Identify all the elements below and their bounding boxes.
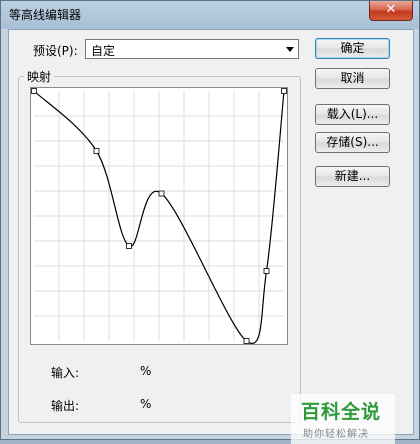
curve-control-point[interactable] (243, 338, 250, 344)
preset-label: 预设(P): (33, 44, 78, 58)
watermark: 百科全说 助你轻松解决 (291, 394, 395, 444)
curve-control-point[interactable] (31, 88, 37, 94)
title-bar[interactable]: 等高线编辑器 ✕ (1, 1, 419, 28)
window-title: 等高线编辑器 (9, 8, 82, 22)
save-button[interactable]: 存储(S)... (315, 132, 390, 153)
curve-control-point[interactable] (126, 243, 132, 249)
curve-control-point[interactable] (263, 268, 270, 274)
preset-value: 自定 (91, 44, 116, 58)
output-label: 输出: (51, 399, 80, 413)
curve-control-point[interactable] (158, 190, 165, 197)
preset-select[interactable]: 自定 (85, 39, 299, 59)
cancel-button[interactable]: 取消 (315, 68, 390, 89)
dialog-body: 预设(P): 自定 映射 输入: % 输出: % 确定 取消 载入(L)... … (8, 29, 414, 444)
mapping-legend: 映射 (24, 68, 55, 85)
input-label: 输入: (51, 366, 80, 380)
load-button[interactable]: 载入(L)... (315, 104, 390, 125)
close-icon: ✕ (385, 2, 397, 17)
chevron-down-icon (286, 47, 294, 52)
watermark-title: 百科全说 (301, 401, 382, 423)
input-value: % (140, 364, 152, 378)
curve-canvas[interactable] (31, 88, 287, 344)
curve-graph[interactable] (30, 87, 288, 345)
output-value: % (140, 397, 152, 411)
curve-control-point[interactable] (281, 88, 287, 94)
close-button[interactable]: ✕ (369, 1, 413, 21)
new-button[interactable]: 新建... (315, 166, 390, 187)
ok-button[interactable]: 确定 (315, 38, 390, 59)
watermark-subtitle: 助你轻松解决 (303, 429, 369, 440)
contour-editor-window: 等高线编辑器 ✕ 预设(P): 自定 映射 输入: % 输出: % 确定 取消 … (0, 0, 420, 444)
curve-control-point[interactable] (93, 148, 100, 154)
